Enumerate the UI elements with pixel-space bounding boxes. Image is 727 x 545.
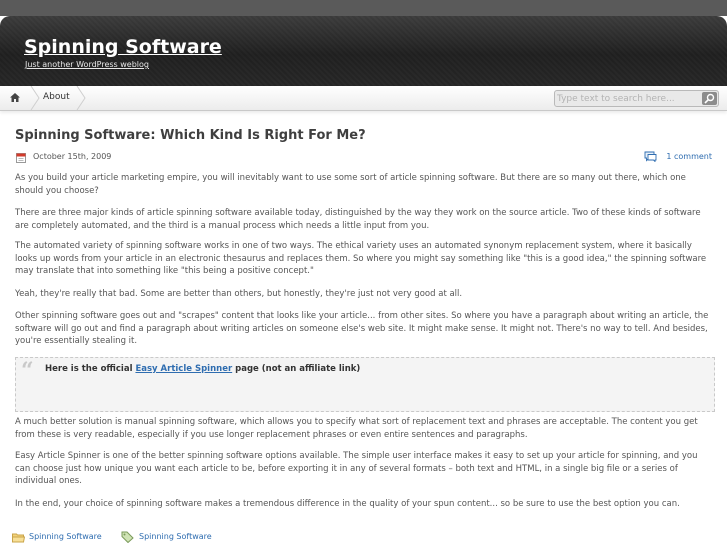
post-meta: October 15th, 2009 1 comment (15, 151, 715, 165)
blockquote: “ Here is the official Easy Article Spin… (15, 357, 715, 412)
top-strip (0, 0, 727, 16)
tag-link[interactable]: Spinning Software (139, 532, 212, 541)
site-header: Spinning Software Just another WordPress… (0, 16, 727, 86)
post-paragraph: The automated variety of spinning softwa… (15, 241, 707, 276)
nav-separator (76, 86, 86, 110)
post-footer: Spinning Software Spinning Software (12, 531, 712, 545)
nav-separator (30, 86, 40, 110)
magnifier-icon (704, 93, 715, 104)
easy-article-spinner-link[interactable]: Easy Article Spinner (135, 364, 232, 374)
home-icon (10, 93, 20, 102)
comments-link[interactable]: 1 comment (666, 152, 712, 161)
folder-icon (12, 533, 25, 543)
nav-home[interactable] (0, 86, 31, 110)
calendar-icon (16, 153, 26, 163)
post-paragraph: A much better solution is manual spinnin… (15, 417, 698, 440)
post-paragraph: In the end, your choice of spinning soft… (15, 499, 680, 509)
search-input[interactable] (557, 92, 697, 105)
quote-suffix: page (not an affiliate link) (232, 364, 361, 374)
comment-icon (644, 151, 657, 162)
post-paragraph: There are three major kinds of article s… (15, 208, 701, 231)
search-button[interactable] (702, 92, 717, 105)
post-title[interactable]: Spinning Software: Which Kind Is Right F… (15, 128, 366, 143)
post-paragraph: Yeah, they're really that bad. Some are … (15, 289, 463, 299)
post-date: October 15th, 2009 (33, 152, 112, 161)
main-nav: About (0, 86, 727, 111)
quote-prefix: Here is the official (45, 364, 136, 374)
quote-icon: “ (21, 358, 34, 384)
site-tagline: Just another WordPress weblog (25, 60, 150, 69)
category-link[interactable]: Spinning Software (29, 532, 102, 541)
site-title[interactable]: Spinning Software (24, 36, 222, 58)
quote-text: Here is the official Easy Article Spinne… (45, 364, 360, 374)
tag-icon (121, 531, 134, 543)
post-paragraph: As you build your article marketing empi… (15, 173, 686, 196)
nav-item-about[interactable]: About (43, 92, 70, 102)
post-paragraph: Other spinning software goes out and "sc… (15, 311, 709, 346)
post-paragraph: Easy Article Spinner is one of the bette… (15, 451, 698, 486)
search-box (554, 90, 719, 107)
